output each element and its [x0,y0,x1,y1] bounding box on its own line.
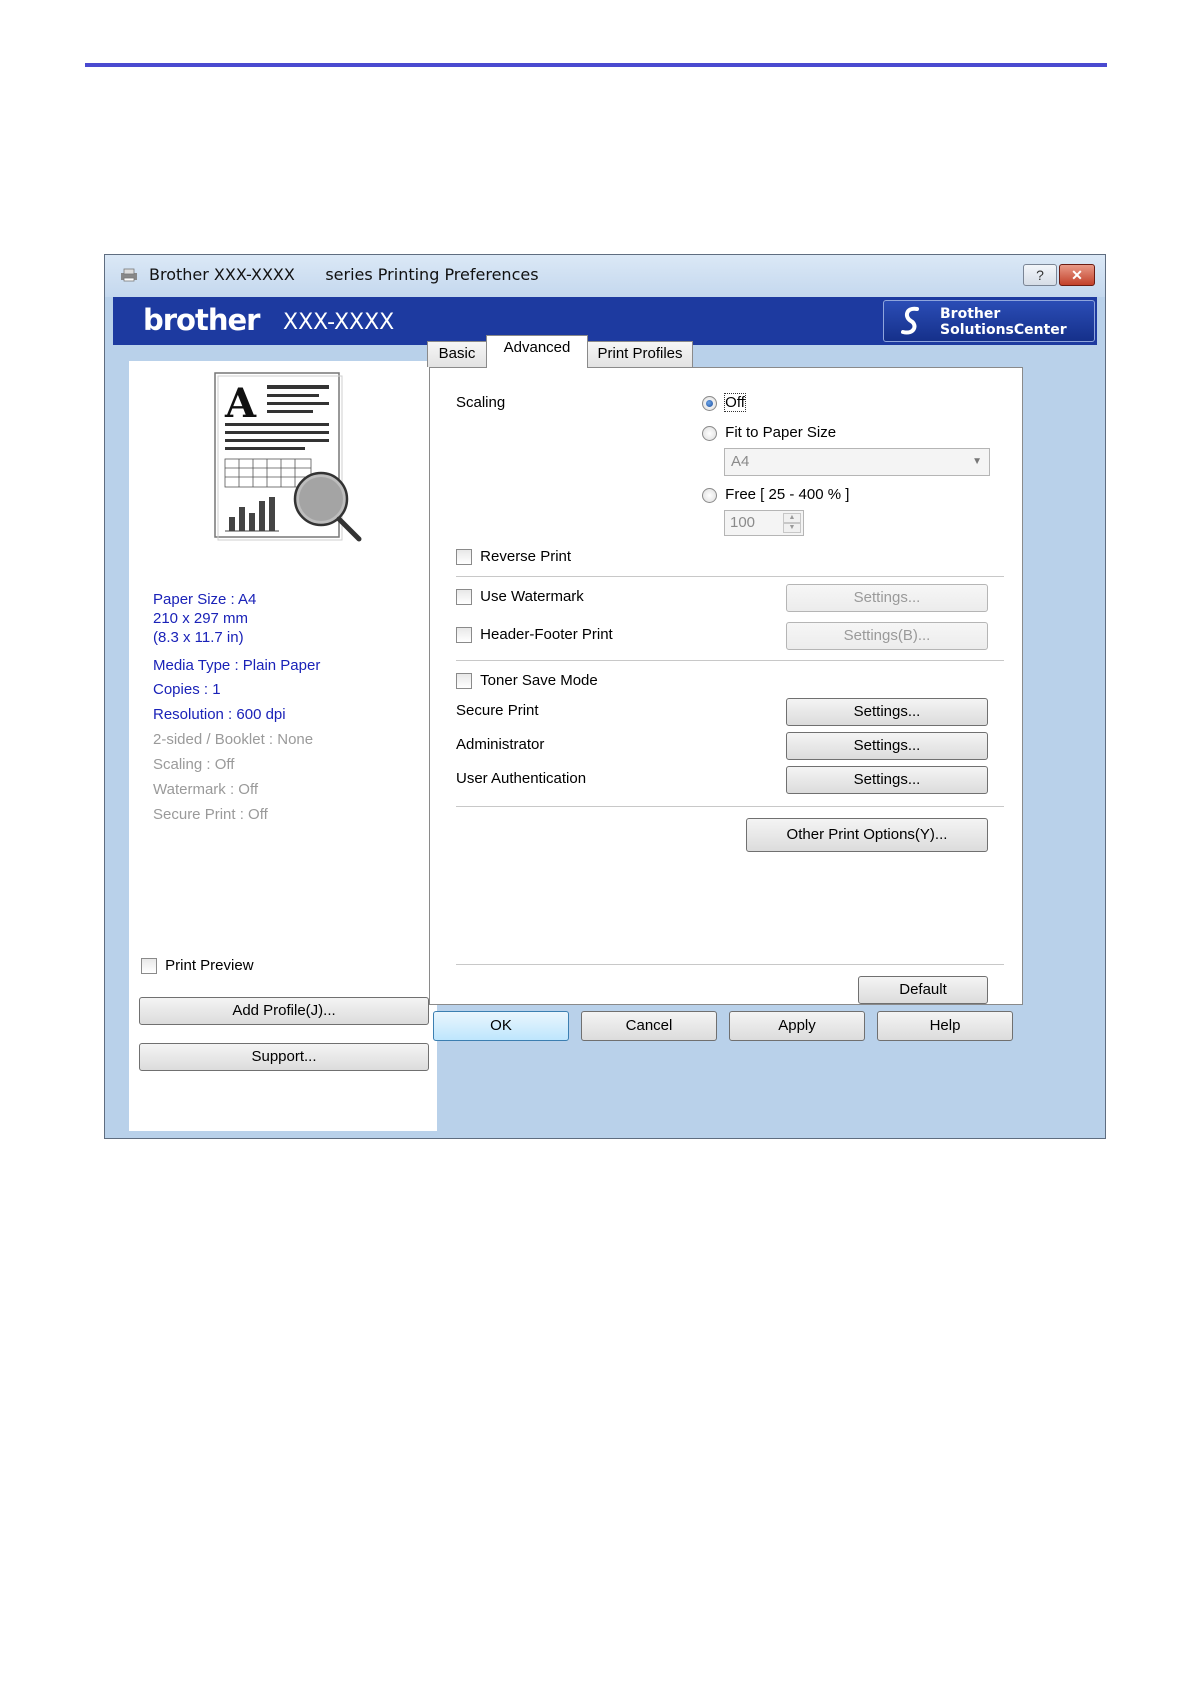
scaling-off-option[interactable]: Off [702,393,746,412]
print-preview-checkbox[interactable] [141,958,157,975]
info-paper-size: Paper Size : A4 [153,591,257,608]
info-media-type: Media Type : Plain Paper [153,657,321,674]
apply-button[interactable]: Apply [729,1011,865,1041]
model-name: XXX-XXXX [283,310,395,335]
reverse-print-checkbox[interactable] [456,549,472,566]
info-2sided: 2-sided / Booklet : None [153,731,314,748]
info-paper-mm: 210 x 297 mm [153,610,249,627]
other-print-options-button[interactable]: Other Print Options(Y)... [746,818,988,852]
info-secure-print: Secure Print : Off [153,806,268,823]
solutions-center-button[interactable]: Brother SolutionsCenter [883,300,1095,342]
divider [456,576,1004,577]
tab-basic[interactable]: Basic [427,341,487,367]
solutions-line2: SolutionsCenter [940,322,1067,338]
solutions-line1: Brother [940,306,1001,322]
brand-logo: brother [143,303,260,337]
print-preview-thumbnail: A [214,372,362,542]
user-authentication-label: User Authentication [456,770,587,787]
administrator-settings-button[interactable]: Settings... [786,732,988,760]
left-summary-panel: A Paper Size: A4 210 x 297 mm (8.3 x 11… [129,361,437,1131]
help-icon[interactable]: ? [1023,264,1057,286]
use-watermark-label: Use Watermark [480,588,584,605]
scaling-fit-label: Fit to Paper Size [725,424,837,441]
printer-icon [121,268,137,282]
tab-advanced[interactable]: Advanced [486,335,588,368]
help-button[interactable]: Help [877,1011,1013,1041]
support-button[interactable]: Support... [139,1043,429,1071]
close-icon[interactable]: ✕ [1059,264,1095,286]
toner-save-label: Toner Save Mode [480,672,598,689]
watermark-settings-button[interactable]: Settings... [786,584,988,612]
printing-preferences-window: Brother XXX-XXXX series Printing Prefere… [104,254,1106,1139]
print-preview-option[interactable]: Print Preview [141,957,254,975]
scaling-free-label: Free [ 25 - 400 % ] [725,486,850,503]
default-button[interactable]: Default [858,976,988,1004]
scaling-label: Scaling [456,394,506,411]
window-title: Brother XXX-XXXX series Printing Prefere… [149,265,539,284]
divider [456,806,1004,807]
free-scale-spinner[interactable]: 100 ▲ ▼ [724,510,804,536]
top-rule [85,63,1107,67]
ok-button[interactable]: OK [433,1011,569,1041]
add-profile-button[interactable]: Add Profile(J)... [139,997,429,1025]
print-preview-label: Print Preview [165,957,254,974]
use-watermark-checkbox[interactable] [456,589,472,606]
scaling-fit-radio[interactable] [702,425,717,441]
info-watermark: Watermark : Off [153,781,259,798]
info-copies: Copies : 1 [153,681,221,698]
info-scaling: Scaling : Off [153,756,235,773]
svg-text:A: A [224,380,257,427]
cancel-button[interactable]: Cancel [581,1011,717,1041]
secure-print-label: Secure Print [456,702,539,719]
info-resolution: Resolution : 600 dpi [153,706,286,723]
advanced-tab-panel: Scaling Off Fit to Paper Size A4 ▼ Free … [429,367,1023,1005]
chevron-down-icon: ▼ [972,456,982,467]
toner-save-checkbox[interactable] [456,673,472,690]
administrator-label: Administrator [456,736,545,753]
header-footer-settings-button[interactable]: Settings(B)... [786,622,988,650]
reverse-print-option[interactable]: Reverse Print [456,548,572,566]
spin-up-icon[interactable]: ▲ [783,513,801,523]
solutions-center-icon [901,306,919,335]
scaling-free-option[interactable]: Free [ 25 - 400 % ] [702,486,849,503]
header-footer-option[interactable]: Header-Footer Print [456,626,613,644]
reverse-print-label: Reverse Print [480,548,572,565]
toner-save-option[interactable]: Toner Save Mode [456,672,598,690]
scaling-fit-option[interactable]: Fit to Paper Size [702,424,836,441]
header-footer-label: Header-Footer Print [480,626,613,643]
paper-size-value: A4 [731,453,750,470]
scaling-off-label: Off [724,393,746,412]
info-paper-in: (8.3 x 11.7 in) [153,629,244,646]
divider [456,964,1004,965]
header-footer-checkbox[interactable] [456,627,472,644]
scaling-free-radio[interactable] [702,487,717,503]
tab-print-profiles[interactable]: Print Profiles [587,341,693,367]
use-watermark-option[interactable]: Use Watermark [456,588,584,606]
secure-print-settings-button[interactable]: Settings... [786,698,988,726]
scaling-off-radio[interactable] [702,395,717,411]
user-authentication-settings-button[interactable]: Settings... [786,766,988,794]
brand-banner: brother XXX-XXXX Brother SolutionsCenter [113,297,1097,345]
title-bar: Brother XXX-XXXX series Printing Prefere… [105,255,1105,297]
free-scale-value: 100 [730,514,756,531]
spin-down-icon[interactable]: ▼ [783,523,801,533]
divider [456,660,1004,661]
paper-size-select[interactable]: A4 ▼ [724,448,990,476]
